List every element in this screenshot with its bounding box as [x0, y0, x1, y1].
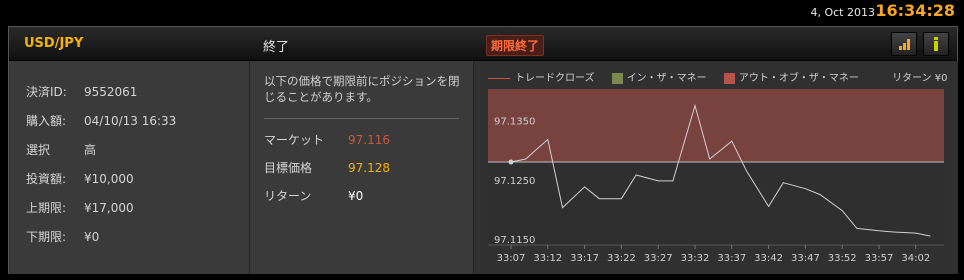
top-bar: 4, Oct 2013 16:34:28 — [0, 0, 964, 25]
divider — [264, 118, 459, 119]
chart-plot: 97.1350 97.1250 97.1150 33:07 33:12 33:17 33:2… — [488, 89, 944, 264]
return-label: リターン — [264, 189, 312, 203]
y-tick-label: 97.1150 — [494, 235, 535, 246]
signal-bars-icon — [899, 39, 910, 50]
detail-value: 04/10/13 16:33 — [84, 114, 177, 128]
x-tick-label: 34:02 — [901, 253, 930, 264]
detail-row: 決済ID: 9552061 — [26, 83, 137, 100]
detail-label: 投資額: — [26, 172, 67, 186]
info-icon — [934, 37, 938, 51]
x-tick-label: 33:32 — [681, 253, 710, 264]
in-money-zone — [488, 161, 944, 245]
x-tick-label: 33:57 — [865, 253, 894, 264]
detail-label: 決済ID: — [26, 85, 67, 99]
date-text: 4, Oct 2013 — [810, 6, 875, 19]
market-value: 97.116 — [348, 133, 390, 147]
x-tick-label: 33:37 — [717, 253, 746, 264]
detail-row: 選択 高 — [26, 141, 96, 158]
detail-label: 選択 — [26, 143, 51, 157]
trade-header: USD/JPY 終了 期限終了 — [9, 27, 957, 61]
market-label: マーケット — [264, 133, 325, 147]
trade-panel: USD/JPY 終了 期限終了 決済ID: 9552061 購入額: 04/10/1… — [8, 26, 958, 274]
detail-label: 下期限: — [26, 230, 67, 244]
trade-details: 決済ID: 9552061 購入額: 04/10/13 16:33 選択 高 投資額:… — [9, 61, 250, 274]
target-row: 目標価格 97.128 — [264, 159, 390, 176]
x-tick-label: 33:12 — [533, 253, 562, 264]
x-tick-label: 33:47 — [791, 253, 820, 264]
y-tick-label: 97.1350 — [494, 116, 535, 127]
detail-value: 高 — [84, 143, 97, 157]
x-tick-label: 33:27 — [644, 253, 673, 264]
detail-value: 9552061 — [84, 85, 138, 99]
detail-label: 購入額: — [26, 114, 67, 128]
detail-row: 下期限: ¥0 — [26, 228, 99, 245]
out-of-money-zone — [488, 89, 944, 162]
return-value: ¥0 — [348, 189, 364, 203]
signal-bars-button[interactable] — [891, 32, 917, 56]
return-row: リターン ¥0 — [264, 187, 363, 204]
currency-pair: USD/JPY — [24, 36, 84, 51]
market-info: 以下の価格で期限前にポジションを閉じることがあります。 マーケット 97.116 … — [250, 61, 474, 274]
target-label: 目標価格 — [264, 161, 313, 175]
detail-row: 上期限: ¥17,000 — [26, 199, 134, 216]
detail-value: ¥10,000 — [84, 172, 134, 186]
detail-value: ¥17,000 — [84, 201, 134, 215]
market-row: マーケット 97.116 — [264, 131, 390, 148]
info-button[interactable] — [923, 32, 949, 56]
detail-label: 上期限: — [26, 201, 67, 215]
x-tick-label: 33:17 — [570, 253, 599, 264]
x-tick-label: 33:42 — [754, 253, 783, 264]
trade-status: 終了 — [263, 40, 290, 55]
x-tick-label: 33:07 — [497, 253, 526, 264]
y-tick-label: 97.1250 — [494, 176, 535, 187]
x-tick-label: 33:22 — [607, 253, 636, 264]
x-tick-label: 33:52 — [828, 253, 857, 264]
target-value: 97.128 — [348, 161, 390, 175]
price-chart: トレードクローズ イン・ザ・マネー アウト・オブ・ザ・マネー リターン ¥0 9… — [474, 61, 958, 274]
expired-badge: 期限終了 — [486, 35, 545, 56]
detail-row: 購入額: 04/10/13 16:33 — [26, 112, 176, 129]
clock-text: 16:34:28 — [875, 1, 955, 20]
entry-point — [508, 159, 514, 165]
detail-value: ¥0 — [84, 230, 100, 244]
detail-row: 投資額: ¥10,000 — [26, 170, 134, 187]
close-early-note: 以下の価格で期限前にポジションを閉じることがあります。 — [264, 74, 460, 104]
